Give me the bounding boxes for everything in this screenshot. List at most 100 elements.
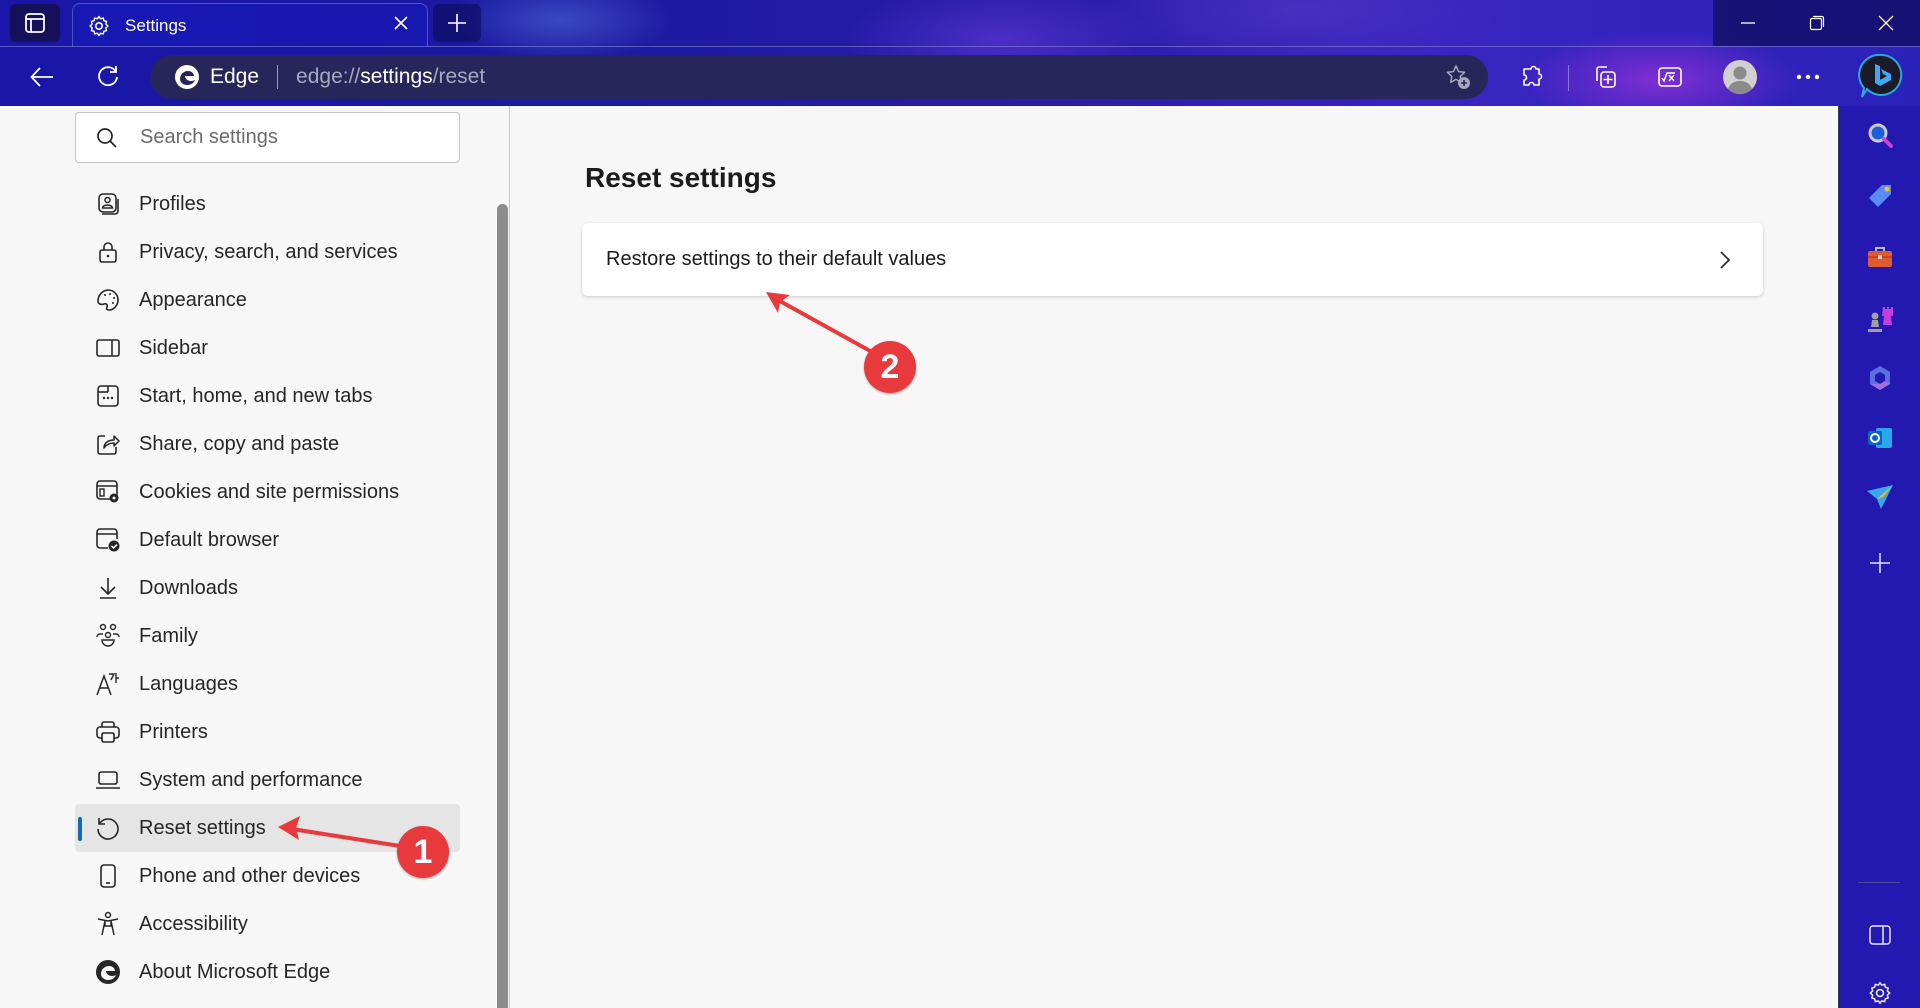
edge-logo-icon: [96, 960, 120, 984]
new-tab-button[interactable]: [433, 4, 481, 42]
laptop-icon: [96, 771, 120, 789]
more-button[interactable]: [1786, 55, 1830, 99]
close-icon: [394, 16, 408, 30]
printer-icon: [96, 721, 120, 743]
nav-item-downloads[interactable]: Downloads: [75, 564, 460, 612]
tab-actions-icon: [25, 13, 45, 33]
sidebar-search-button[interactable]: [1858, 113, 1902, 157]
nav-item-accessibility[interactable]: Accessibility: [75, 900, 460, 948]
gear-icon: [89, 15, 109, 36]
nav-item-phone[interactable]: Phone and other devices: [75, 852, 460, 900]
nav-item-default-browser[interactable]: Default browser: [75, 516, 460, 564]
download-icon: [100, 578, 116, 599]
close-icon: [1878, 15, 1893, 31]
nav-item-share[interactable]: Share, copy and paste: [75, 420, 460, 468]
collections-button[interactable]: [1583, 55, 1627, 99]
more-dots-icon: [1796, 74, 1820, 80]
restore-defaults-label: Restore settings to their default values: [606, 248, 947, 270]
lock-icon: [99, 242, 117, 263]
nav-item-family[interactable]: Family: [75, 612, 460, 660]
nav-item-reset-settings[interactable]: Reset settings: [75, 804, 460, 852]
main-content: Reset settings Restore settings to their…: [510, 106, 1838, 1008]
collections-icon: [1596, 66, 1616, 88]
minimize-button[interactable]: [1713, 0, 1782, 46]
phone-icon: [100, 864, 116, 888]
profile-button[interactable]: [1718, 55, 1762, 99]
search-settings-box[interactable]: [75, 112, 460, 163]
nav-item-sidebar[interactable]: Sidebar: [75, 324, 460, 372]
address-bar[interactable]: Edge edge://settings/reset: [150, 55, 1488, 99]
page-title: Reset settings: [585, 162, 777, 193]
tab-settings[interactable]: Settings: [72, 3, 428, 47]
share-icon: [97, 435, 120, 455]
search-icon: [1868, 123, 1893, 148]
cookies-icon: [96, 480, 119, 503]
outlook-icon: [1868, 428, 1892, 448]
hide-sidebar-button[interactable]: [1858, 913, 1902, 957]
palette-icon: [97, 289, 119, 311]
sidebar-games-button[interactable]: [1858, 296, 1902, 340]
refresh-button[interactable]: [86, 55, 130, 99]
toolbar: Edge edge://settings/reset: [0, 46, 1920, 106]
title-bar: Settings: [0, 0, 1920, 47]
search-icon: [97, 127, 117, 148]
microsoft-365-icon: [1870, 366, 1890, 390]
sidebar-outlook-button[interactable]: [1858, 416, 1902, 460]
extensions-button[interactable]: [1510, 55, 1554, 99]
browser-chrome: Settings Edge edge://settings/reset: [0, 0, 1920, 106]
add-favorite-button[interactable]: [1444, 63, 1472, 91]
gear-icon: [1869, 981, 1891, 1005]
nav-scrollbar[interactable]: [497, 204, 508, 1008]
profiles-icon: [98, 193, 119, 215]
math-solver-button[interactable]: [1648, 55, 1692, 99]
back-button[interactable]: [20, 55, 64, 99]
url-text[interactable]: edge://settings/reset: [296, 65, 485, 89]
avatar-icon: [1723, 60, 1757, 94]
sidebar-drop-button[interactable]: [1858, 475, 1902, 519]
nav-list: Profiles Privacy, search, and services A…: [75, 180, 460, 996]
sidebar-tools-button[interactable]: [1858, 235, 1902, 279]
nav-item-profiles[interactable]: Profiles: [75, 180, 460, 228]
site-name: Edge: [210, 65, 260, 88]
edge-logo-icon: [175, 65, 199, 89]
close-window-button[interactable]: [1851, 0, 1920, 46]
math-solver-icon: [1658, 67, 1682, 87]
sidebar-icon: [96, 339, 120, 357]
paper-plane-icon: [1867, 485, 1893, 509]
edge-sidebar: [1838, 106, 1920, 1008]
copilot-button[interactable]: [1856, 50, 1906, 104]
search-settings-input[interactable]: [140, 126, 440, 149]
tab-actions-button[interactable]: [10, 4, 60, 42]
nav-item-about[interactable]: About Microsoft Edge: [75, 948, 460, 996]
bing-copilot-icon: [1858, 53, 1903, 98]
nav-item-languages[interactable]: Languages: [75, 660, 460, 708]
sidebar-panel-icon: [1869, 925, 1891, 945]
sidebar-shopping-button[interactable]: [1858, 174, 1902, 218]
home-tabs-icon: [97, 385, 119, 407]
accessibility-icon: [97, 911, 119, 936]
nav-item-printers[interactable]: Printers: [75, 708, 460, 756]
reset-icon: [97, 818, 119, 840]
refresh-icon: [98, 66, 118, 87]
family-icon: [96, 623, 120, 647]
nav-item-appearance[interactable]: Appearance: [75, 276, 460, 324]
restore-icon: [1809, 15, 1824, 31]
restore-defaults-row[interactable]: Restore settings to their default values: [582, 223, 1763, 296]
nav-item-start-home[interactable]: Start, home, and new tabs: [75, 372, 460, 420]
puzzle-icon: [1523, 65, 1543, 86]
sidebar-settings-button[interactable]: [1858, 971, 1902, 1008]
shopping-tag-icon: [1869, 185, 1891, 207]
sidebar-m365-button[interactable]: [1858, 356, 1902, 400]
tab-close-button[interactable]: [389, 14, 413, 37]
plus-icon: [1870, 553, 1890, 573]
nav-item-privacy[interactable]: Privacy, search, and services: [75, 228, 460, 276]
toolbox-icon: [1868, 247, 1892, 267]
tab-title: Settings: [125, 15, 187, 35]
sidebar-add-button[interactable]: [1858, 541, 1902, 585]
plus-icon: [448, 14, 466, 32]
chevron-right-icon: [1720, 250, 1731, 269]
nav-item-system[interactable]: System and performance: [75, 756, 460, 804]
restore-button[interactable]: [1782, 0, 1851, 46]
minimize-icon: [1740, 22, 1755, 24]
nav-item-cookies[interactable]: Cookies and site permissions: [75, 468, 460, 516]
